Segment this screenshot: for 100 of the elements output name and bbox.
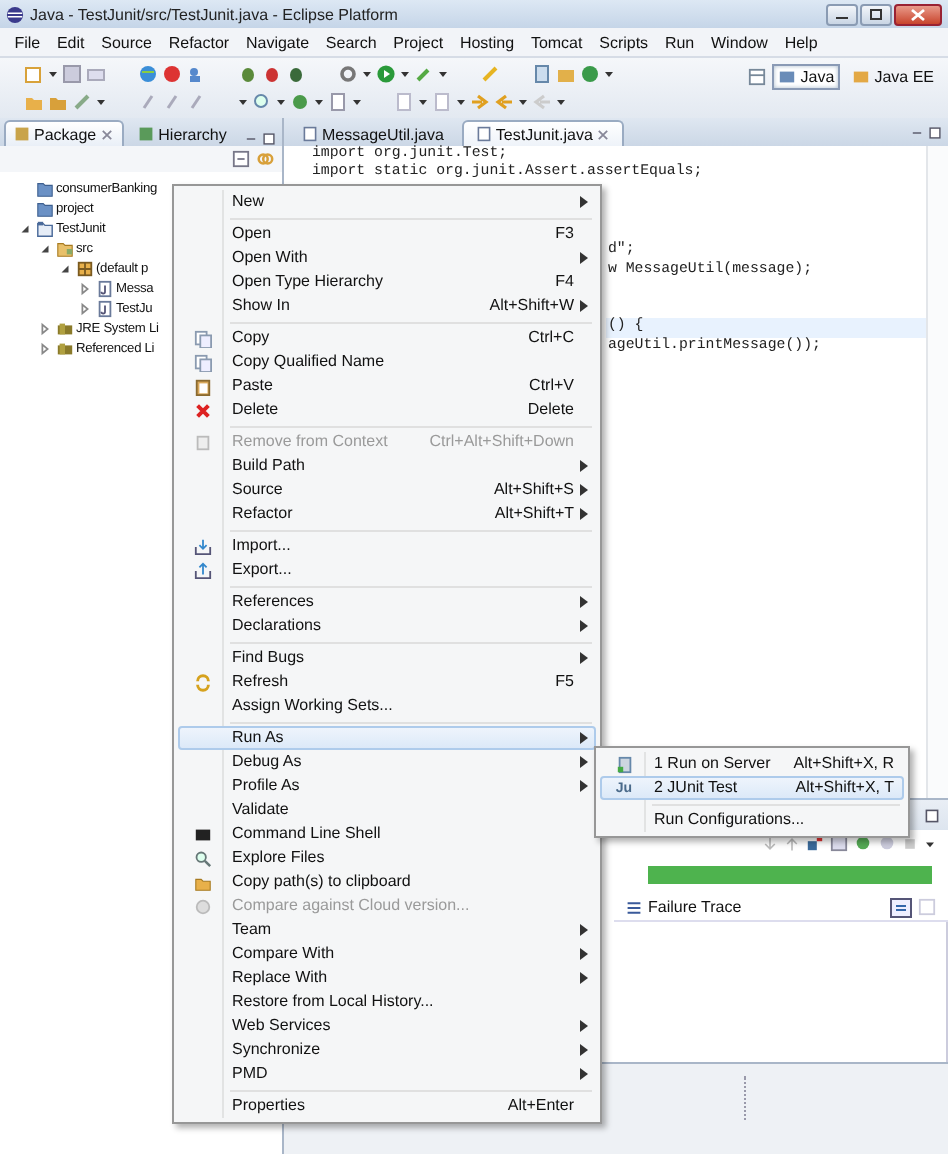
menu-item[interactable]: Open Type Hierarchy F4 — [178, 270, 596, 294]
maximize-button[interactable] — [860, 3, 892, 25]
menu-item[interactable]: Profile As — [178, 774, 596, 798]
menu-item[interactable]: Assign Working Sets... — [178, 694, 596, 718]
expand-arrow-icon[interactable] — [78, 281, 92, 295]
menu-item[interactable]: Restore from Local History... — [178, 990, 596, 1014]
menu-item[interactable]: Refactor — [160, 33, 238, 51]
menu-item[interactable]: Web Services — [178, 1014, 596, 1038]
terminal-icon — [193, 825, 211, 843]
menu-item[interactable]: Debug As — [178, 750, 596, 774]
folder-icon — [55, 239, 73, 257]
arrows-icon — [193, 673, 211, 691]
menu-item[interactable]: Navigate — [237, 33, 318, 51]
menu-item[interactable]: Show In Alt+Shift+W — [178, 294, 596, 318]
link-icon[interactable] — [256, 150, 274, 168]
minimize-icon[interactable] — [244, 132, 258, 146]
menu-item[interactable]: Help — [776, 33, 826, 51]
perspective-button[interactable]: Java — [772, 64, 841, 90]
tray-icon — [193, 537, 211, 555]
close-icon[interactable] — [596, 127, 611, 141]
menu-item[interactable]: Explore Files — [178, 846, 596, 870]
submenu-arrow-icon — [580, 196, 588, 208]
maximize-icon[interactable] — [262, 132, 276, 146]
editor-tab[interactable]: MessageUtil.java — [288, 120, 458, 146]
submenu-arrow-icon — [580, 300, 588, 312]
menu-item[interactable]: Compare With — [178, 942, 596, 966]
menu-item[interactable]: Replace With — [178, 966, 596, 990]
panel-title: Failure Trace — [648, 898, 744, 916]
collapse-arrow-icon[interactable] — [18, 221, 32, 235]
menu-item[interactable]: Properties Alt+Enter — [178, 1094, 596, 1118]
menu-item[interactable]: PMD — [178, 1062, 596, 1086]
menu-item[interactable]: Source Alt+Shift+S — [178, 478, 596, 502]
tray-icon — [193, 561, 211, 579]
collapse-arrow-icon[interactable] — [38, 241, 52, 255]
perspective-button[interactable]: Java EE — [846, 64, 940, 90]
menu-item[interactable]: Import... — [178, 534, 596, 558]
perspective-icon — [852, 68, 871, 86]
menu-item[interactable]: Refresh F5 — [178, 670, 596, 694]
menu-item[interactable]: Copy Ctrl+C — [178, 326, 596, 350]
gear-icon[interactable] — [338, 64, 358, 84]
menu-item[interactable]: File — [6, 33, 49, 51]
menu-item[interactable]: New — [178, 190, 596, 214]
window-icon[interactable] — [748, 68, 767, 86]
menu-item[interactable]: Copy path(s) to clipboard — [178, 870, 596, 894]
menu-item[interactable]: Export... — [178, 558, 596, 582]
menu-item[interactable]: Validate — [178, 798, 596, 822]
maximize-icon[interactable] — [928, 125, 942, 139]
menu-item[interactable]: Scripts — [590, 33, 657, 51]
menu-item[interactable]: Find Bugs — [178, 646, 596, 670]
collapse-arrow-icon[interactable] — [58, 261, 72, 275]
menu-item[interactable]: Team — [178, 918, 596, 942]
menu-item[interactable]: Synchronize — [178, 1038, 596, 1062]
file-icon — [302, 126, 318, 142]
menu-item[interactable]: Open With — [178, 246, 596, 270]
view-tab[interactable]: Package — [4, 120, 125, 146]
folder-icon — [35, 219, 53, 237]
menu-item[interactable]: Edit — [48, 33, 93, 51]
globe-icon[interactable] — [138, 64, 158, 84]
file-icon — [475, 126, 492, 142]
scrollbar[interactable] — [926, 146, 948, 798]
arrow-up-icon[interactable] — [784, 835, 800, 851]
minimize-button[interactable] — [826, 3, 858, 25]
file-icon — [95, 299, 113, 317]
menu-item[interactable]: Refactor Alt+Shift+T — [178, 502, 596, 526]
menu-item[interactable]: Declarations — [178, 614, 596, 638]
menu-item[interactable]: Command Line Shell — [178, 822, 596, 846]
expand-arrow-icon[interactable] — [78, 301, 92, 315]
people-icon[interactable] — [186, 64, 206, 84]
menu-item[interactable]: Search — [317, 33, 385, 51]
menu-item[interactable]: Run As — [178, 726, 596, 750]
maximize-icon[interactable] — [924, 807, 940, 823]
menu-item[interactable]: Copy Qualified Name — [178, 350, 596, 374]
menu-item[interactable]: Delete Delete — [178, 398, 596, 422]
menu-item[interactable]: References — [178, 590, 596, 614]
collapse-all-icon[interactable] — [232, 150, 250, 168]
expand-arrow-icon[interactable] — [38, 321, 52, 335]
arrow-down-icon[interactable] — [762, 835, 778, 851]
menu-item[interactable]: Tomcat — [522, 33, 591, 51]
expand-arrow-icon[interactable] — [38, 341, 52, 355]
menu-item[interactable]: Window — [702, 33, 777, 51]
menu-item[interactable]: 1 Run on Server Alt+Shift+X, R — [600, 752, 904, 776]
close-button[interactable] — [894, 3, 942, 25]
menu-item[interactable]: Run — [656, 33, 703, 51]
menu-item[interactable]: Source — [92, 33, 161, 51]
menu-item[interactable]: Build Path — [178, 454, 596, 478]
menu-item[interactable]: Paste Ctrl+V — [178, 374, 596, 398]
document-icon — [193, 433, 211, 451]
view-tab[interactable]: Hierarchy — [128, 120, 237, 146]
cross-icon — [193, 401, 211, 419]
menu-item[interactable]: Project — [384, 33, 452, 51]
menu-item[interactable]: Open F3 — [178, 222, 596, 246]
close-icon[interactable] — [100, 127, 115, 141]
compare-icon[interactable] — [890, 897, 912, 917]
submenu-arrow-icon — [580, 652, 588, 664]
menu-item[interactable]: Hosting — [451, 33, 523, 51]
play-icon[interactable] — [376, 64, 396, 84]
window-title: Java - TestJunit/src/TestJunit.java - Eclipse Platform — [30, 5, 400, 23]
app-icon — [6, 5, 24, 23]
menu-item[interactable]: Run Configurations... — [600, 808, 904, 832]
editor-tab[interactable]: TestJunit.java — [461, 120, 625, 146]
